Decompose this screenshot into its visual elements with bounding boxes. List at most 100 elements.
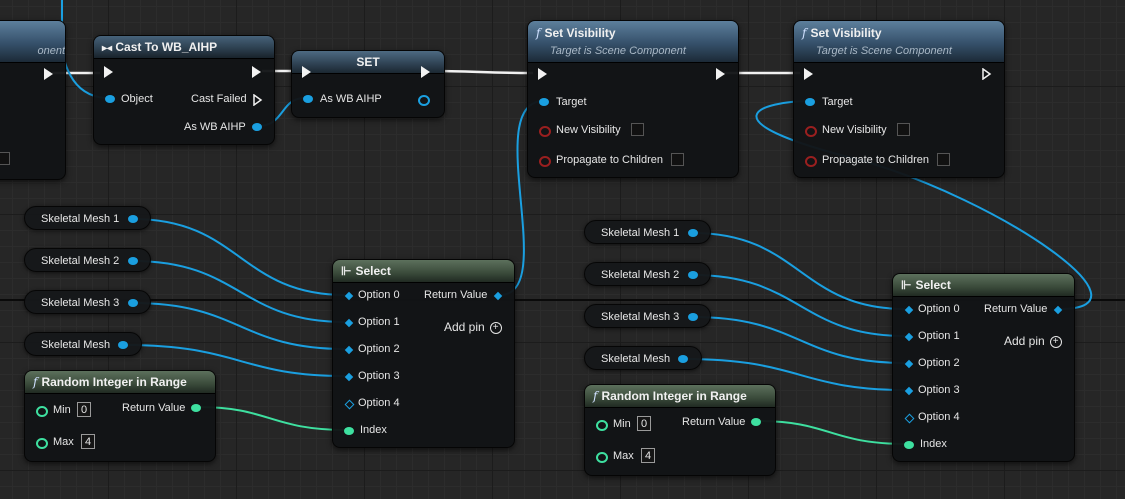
var-output-pin[interactable] [688, 271, 698, 279]
checkbox[interactable] [0, 152, 10, 165]
random-integer-node-2[interactable]: f Random Integer in Range Min 0 Return Va… [584, 384, 776, 476]
cut-off-node[interactable]: onent [0, 20, 66, 180]
select-node-1[interactable]: ⊩ Select Option 0 Return Value Option 1 A… [332, 259, 515, 448]
max-pin[interactable] [596, 452, 608, 463]
exec-out-pin[interactable] [421, 66, 430, 78]
random-integer-node-1[interactable]: f Random Integer in Range Min 0 Return Va… [24, 370, 216, 462]
exec-in-pin[interactable] [804, 68, 813, 80]
return-value-pin[interactable] [751, 418, 761, 426]
return-value-pin[interactable] [1053, 305, 1063, 315]
exec-out-pin[interactable] [252, 66, 261, 78]
cast-node[interactable]: ▸◂ Cast To WB_AIHP Object Cast Failed As… [93, 35, 275, 145]
cast-failed-pin[interactable] [253, 94, 263, 106]
option-4-pin[interactable] [344, 399, 355, 410]
option-3-pin[interactable] [344, 372, 354, 382]
return-value-label: Return Value [984, 303, 1048, 315]
var-output-pin[interactable] [128, 215, 138, 223]
select-title: Select [355, 264, 391, 278]
option-0-label: Option 0 [918, 303, 960, 315]
set-visibility-header: f Set Visibility Target is Scene Componen… [794, 21, 1004, 63]
option-1-pin[interactable] [904, 332, 914, 342]
var-output-pin[interactable] [128, 299, 138, 307]
object-wire [132, 218, 346, 296]
propagate-checkbox[interactable] [937, 153, 950, 166]
max-input[interactable]: 4 [641, 448, 655, 463]
add-pin-label: Add pin [1004, 334, 1045, 348]
cast-node-header: ▸◂ Cast To WB_AIHP [94, 36, 274, 59]
set-visibility-title: Set Visibility [810, 26, 882, 40]
return-value-pin[interactable] [191, 404, 201, 412]
option-0-pin[interactable] [904, 305, 914, 315]
new-visibility-pin[interactable] [539, 126, 551, 137]
new-visibility-checkbox[interactable] [631, 123, 644, 136]
option-2-label: Option 2 [918, 357, 960, 369]
min-input[interactable]: 0 [637, 416, 651, 431]
skeletal-mesh-var[interactable]: Skeletal Mesh [584, 346, 702, 370]
return-value-label: Return Value [122, 402, 186, 414]
skeletal-mesh-2-var[interactable]: Skeletal Mesh 2 [584, 262, 711, 286]
var-output-pin[interactable] [688, 229, 698, 237]
min-input[interactable]: 0 [77, 402, 91, 417]
propagate-pin[interactable] [539, 156, 551, 167]
as-wb-aihp-pin[interactable] [252, 123, 262, 131]
exec-out-pin[interactable] [44, 68, 53, 80]
max-input[interactable]: 4 [81, 434, 95, 449]
cast-failed-label: Cast Failed [191, 93, 247, 105]
new-visibility-pin[interactable] [805, 126, 817, 137]
skeletal-mesh-3-var[interactable]: Skeletal Mesh 3 [24, 290, 151, 314]
option-0-pin[interactable] [344, 291, 354, 301]
option-1-label: Option 1 [918, 330, 960, 342]
min-pin[interactable] [36, 406, 48, 417]
var-label: Skeletal Mesh 3 [601, 311, 680, 323]
skeletal-mesh-2-var[interactable]: Skeletal Mesh 2 [24, 248, 151, 272]
var-output-pin[interactable] [128, 257, 138, 265]
option-2-pin[interactable] [904, 359, 914, 369]
exec-out-pin[interactable] [716, 68, 725, 80]
option-2-pin[interactable] [344, 345, 354, 355]
index-pin[interactable] [344, 427, 354, 435]
object-pin[interactable] [105, 95, 115, 103]
set-node[interactable]: SET As WB AIHP [291, 50, 445, 118]
skeletal-mesh-var[interactable]: Skeletal Mesh [24, 332, 142, 356]
set-input-pin[interactable] [303, 95, 313, 103]
skeletal-mesh-1-var[interactable]: Skeletal Mesh 1 [24, 206, 151, 230]
select-icon: ⊩ [341, 264, 352, 278]
option-3-pin[interactable] [904, 386, 914, 396]
select-node-2[interactable]: ⊩ Select Option 0 Return Value Option 1 A… [892, 273, 1075, 462]
skeletal-mesh-1-var[interactable]: Skeletal Mesh 1 [584, 220, 711, 244]
new-visibility-checkbox[interactable] [897, 123, 910, 136]
set-output-pin[interactable] [418, 95, 430, 106]
propagate-checkbox[interactable] [671, 153, 684, 166]
target-pin[interactable] [805, 98, 815, 106]
exec-out-pin[interactable] [982, 68, 992, 80]
select-icon: ⊩ [901, 278, 912, 292]
return-value-label: Return Value [424, 289, 488, 301]
option-2-label: Option 2 [358, 343, 400, 355]
function-icon: f [33, 375, 38, 389]
index-pin[interactable] [904, 441, 914, 449]
var-output-pin[interactable] [118, 341, 128, 349]
skeletal-mesh-3-var[interactable]: Skeletal Mesh 3 [584, 304, 711, 328]
exec-in-pin[interactable] [104, 66, 113, 78]
propagate-pin[interactable] [805, 156, 817, 167]
option-1-pin[interactable] [344, 318, 354, 328]
min-pin[interactable] [596, 420, 608, 431]
option-0-label: Option 0 [358, 289, 400, 301]
var-label: Skeletal Mesh 3 [41, 297, 120, 309]
set-visibility-node-1[interactable]: f Set Visibility Target is Scene Componen… [527, 20, 739, 178]
option-3-label: Option 3 [358, 370, 400, 382]
var-output-pin[interactable] [688, 313, 698, 321]
exec-in-pin[interactable] [302, 66, 311, 78]
random-header: f Random Integer in Range [585, 385, 775, 408]
function-icon: f [802, 26, 807, 40]
add-pin-button[interactable]: Add pin + [444, 320, 502, 334]
set-visibility-subtitle: Target is Scene Component [550, 45, 686, 57]
exec-in-pin[interactable] [538, 68, 547, 80]
option-4-pin[interactable] [904, 413, 915, 424]
set-visibility-node-2[interactable]: f Set Visibility Target is Scene Componen… [793, 20, 1005, 178]
var-output-pin[interactable] [678, 355, 688, 363]
target-pin[interactable] [539, 98, 549, 106]
max-pin[interactable] [36, 438, 48, 449]
add-pin-button[interactable]: Add pin + [1004, 334, 1062, 348]
return-value-pin[interactable] [493, 291, 503, 301]
